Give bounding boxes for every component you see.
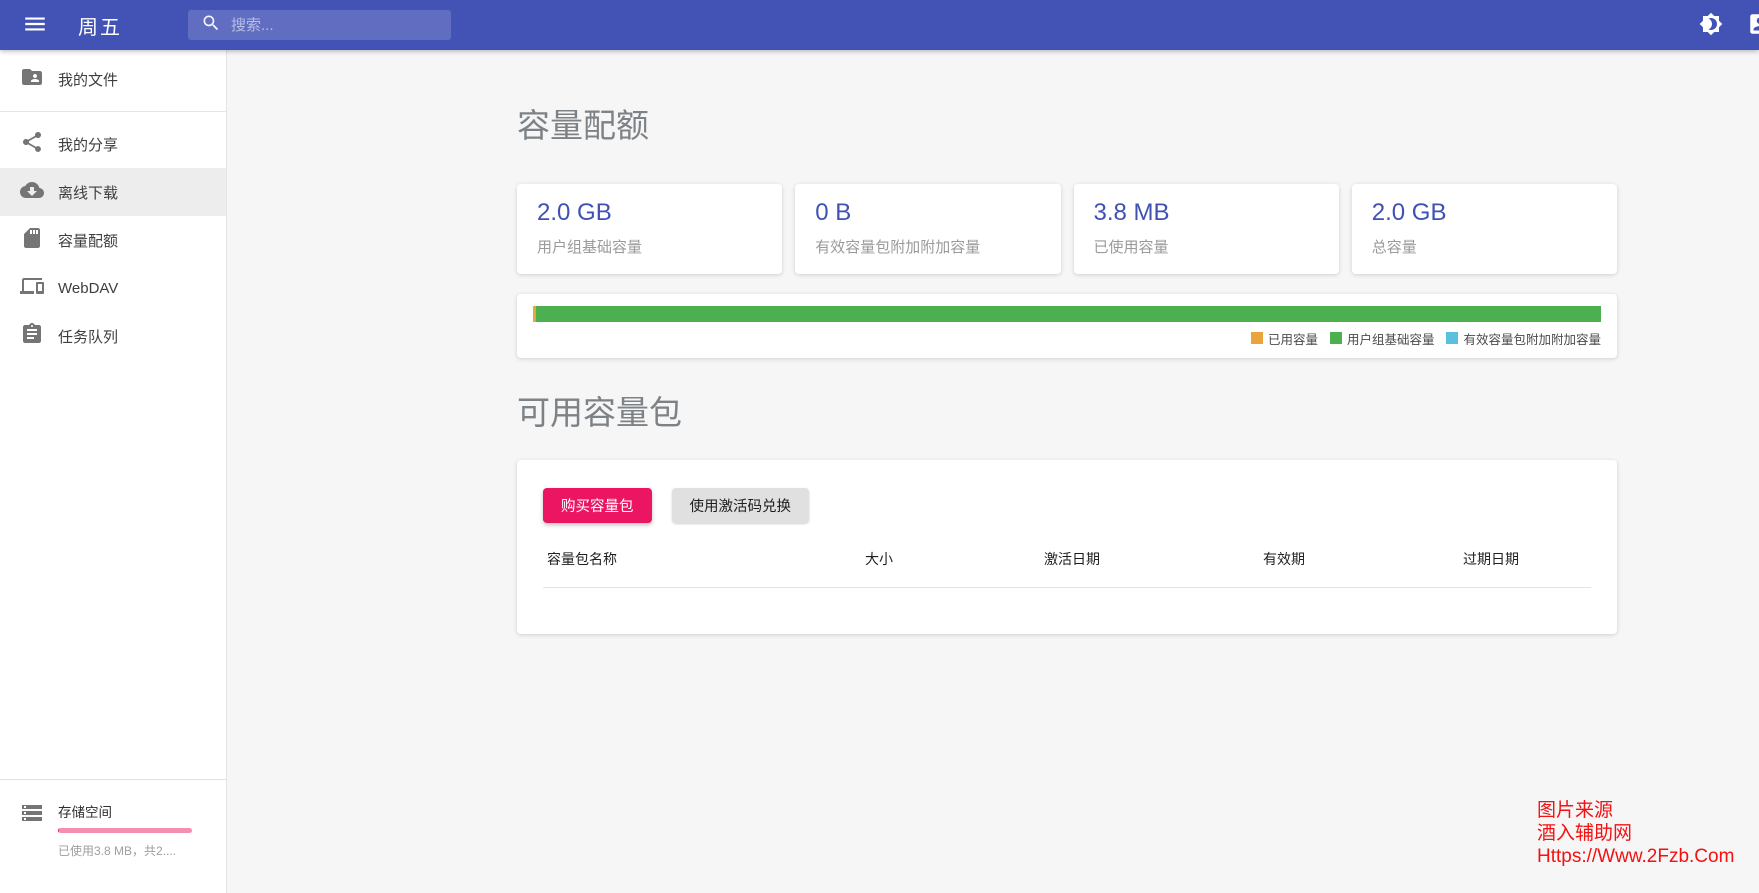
legend-swatch-pack [1446, 332, 1458, 344]
quota-card-value: 2.0 GB [537, 199, 762, 227]
col-expiry-date: 过期日期 [1459, 549, 1591, 569]
cloud-download-icon [20, 178, 44, 207]
buy-pack-button[interactable]: 购买容量包 [543, 488, 652, 523]
quota-cards-row: 2.0 GB 用户组基础容量 0 B 有效容量包附加附加容量 3.8 MB 已使… [517, 184, 1617, 274]
packs-table-empty-body [543, 588, 1591, 610]
sidebar-item-my-files[interactable]: 我的文件 [0, 55, 226, 103]
account-button[interactable] [1747, 11, 1759, 40]
menu-button[interactable] [22, 11, 48, 40]
quota-card-value: 0 B [815, 199, 1040, 227]
packs-table-header: 容量包名称 大小 激活日期 有效期 过期日期 [543, 549, 1591, 588]
quota-card-base: 2.0 GB 用户组基础容量 [517, 184, 782, 274]
legend-item-base: 用户组基础容量 [1330, 329, 1435, 348]
quota-progress-bar [533, 306, 1601, 322]
devices-icon [20, 274, 44, 303]
watermark-line: 酒入辅助网 [1537, 822, 1734, 845]
legend-label: 用户组基础容量 [1347, 329, 1435, 348]
quota-card-label: 用户组基础容量 [537, 236, 762, 257]
share-icon [20, 130, 44, 159]
bar-segment-base [536, 306, 1601, 322]
quota-card-value: 2.0 GB [1372, 199, 1597, 227]
sidebar-item-quota[interactable]: 容量配额 [0, 216, 226, 264]
quota-card-label: 总容量 [1372, 236, 1597, 257]
legend-item-used: 已用容量 [1251, 329, 1318, 348]
storage-summary: 存储空间 已使用3.8 MB，共2.... [0, 779, 226, 893]
dark-mode-icon [1699, 12, 1723, 39]
watermark-line: 图片来源 [1537, 799, 1734, 822]
quota-card-total: 2.0 GB 总容量 [1352, 184, 1617, 274]
sidebar-item-label: 我的文件 [58, 69, 118, 90]
main-content: 容量配额 2.0 GB 用户组基础容量 0 B 有效容量包附加附加容量 3.8 … [227, 50, 1759, 893]
quota-legend: 已用容量 用户组基础容量 有效容量包附加附加容量 [533, 329, 1601, 348]
search-bar[interactable] [188, 10, 451, 40]
storage-progress-bar [58, 828, 192, 833]
quota-section-title: 容量配额 [517, 107, 1617, 145]
legend-label: 有效容量包附加附加容量 [1463, 329, 1601, 348]
quota-card-label: 已使用容量 [1094, 236, 1319, 257]
packs-card: 购买容量包 使用激活码兑换 容量包名称 大小 激活日期 有效期 过期日期 [517, 460, 1617, 634]
sidebar-divider [0, 111, 226, 112]
quota-card-used: 3.8 MB 已使用容量 [1074, 184, 1339, 274]
sidebar-item-label: WebDAV [58, 280, 118, 297]
watermark-line: Https://Www.2Fzb.Com [1537, 845, 1734, 868]
app-title: 周五 [78, 11, 122, 40]
search-icon [201, 13, 221, 38]
col-activation-date: 激活日期 [1040, 549, 1259, 569]
theme-toggle-button[interactable] [1699, 12, 1723, 39]
legend-label: 已用容量 [1268, 329, 1318, 348]
storage-icon [20, 801, 44, 859]
sidebar-item-task-queue[interactable]: 任务队列 [0, 312, 226, 360]
redeem-code-button[interactable]: 使用激活码兑换 [672, 488, 810, 523]
packs-section-title: 可用容量包 [517, 394, 1617, 432]
sd-card-icon [20, 226, 44, 255]
top-app-bar: 周五 [0, 0, 1759, 50]
sidebar: 我的文件 我的分享 离线下载 容量配额 WebDAV [0, 50, 227, 893]
quota-card-value: 3.8 MB [1094, 199, 1319, 227]
storage-title: 存储空间 [58, 801, 192, 821]
legend-item-pack: 有效容量包附加附加容量 [1446, 329, 1601, 348]
storage-caption: 已使用3.8 MB，共2.... [58, 842, 192, 859]
sidebar-item-label: 任务队列 [58, 326, 118, 347]
search-input[interactable] [231, 17, 441, 34]
col-validity: 有效期 [1259, 549, 1459, 569]
hamburger-menu-icon [22, 11, 48, 40]
account-box-icon [1747, 11, 1759, 40]
sidebar-item-label: 离线下载 [58, 182, 118, 203]
quota-card-label: 有效容量包附加附加容量 [815, 236, 1040, 257]
quota-progress-card: 已用容量 用户组基础容量 有效容量包附加附加容量 [517, 294, 1617, 358]
watermark-text: 图片来源 酒入辅助网 Https://Www.2Fzb.Com [1537, 799, 1734, 868]
col-size: 大小 [861, 549, 1040, 569]
folder-shared-icon [20, 65, 44, 94]
legend-swatch-used [1251, 332, 1263, 344]
sidebar-item-offline-download[interactable]: 离线下载 [0, 168, 226, 216]
col-pack-name: 容量包名称 [543, 549, 861, 569]
sidebar-item-webdav[interactable]: WebDAV [0, 264, 226, 312]
sidebar-item-my-shares[interactable]: 我的分享 [0, 120, 226, 168]
assignment-icon [20, 322, 44, 351]
legend-swatch-base [1330, 332, 1342, 344]
sidebar-item-label: 容量配额 [58, 230, 118, 251]
sidebar-item-label: 我的分享 [58, 134, 118, 155]
quota-card-pack: 0 B 有效容量包附加附加容量 [795, 184, 1060, 274]
